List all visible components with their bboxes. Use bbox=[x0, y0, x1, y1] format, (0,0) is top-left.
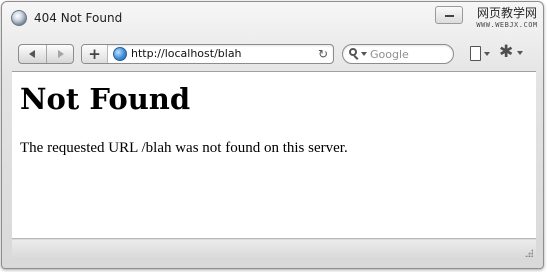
resize-grip-icon[interactable] bbox=[525, 249, 533, 257]
search-input[interactable] bbox=[370, 46, 450, 62]
watermark-url: WWW.WEBJX.COM bbox=[476, 21, 538, 29]
nav-buttons bbox=[18, 44, 74, 64]
forward-button[interactable] bbox=[46, 45, 73, 63]
browser-window: 404 Not Found 网页教学网 WWW.WEBJX.COM + http… bbox=[1, 1, 544, 269]
minimize-icon bbox=[445, 15, 454, 17]
page-content: Not Found The requested URL /blah was no… bbox=[12, 71, 536, 239]
watermark: 网页教学网 WWW.WEBJX.COM bbox=[469, 5, 543, 33]
settings-icon[interactable]: ✱ bbox=[499, 43, 525, 63]
error-message: The requested URL /blah was not found on… bbox=[20, 140, 348, 156]
add-bookmark-button[interactable]: + bbox=[82, 45, 108, 63]
page-menu-icon[interactable] bbox=[468, 46, 492, 64]
toolbar: + http://localhost/blah ↻ ✱ bbox=[2, 38, 543, 70]
status-bar bbox=[12, 240, 536, 260]
page-heading: Not Found bbox=[20, 82, 191, 116]
back-arrow-icon bbox=[29, 50, 35, 58]
minimize-button[interactable] bbox=[435, 6, 463, 24]
globe-icon bbox=[113, 47, 127, 61]
title-bar: 404 Not Found 网页教学网 WWW.WEBJX.COM bbox=[2, 2, 543, 34]
window-title: 404 Not Found bbox=[34, 11, 123, 25]
watermark-text: 网页教学网 bbox=[476, 6, 537, 20]
back-button[interactable] bbox=[19, 45, 46, 63]
reload-icon[interactable]: ↻ bbox=[318, 47, 328, 61]
forward-arrow-icon bbox=[58, 50, 64, 58]
search-engine-dropdown-icon[interactable] bbox=[361, 52, 367, 56]
url-text[interactable]: http://localhost/blah bbox=[131, 47, 242, 61]
search-box[interactable] bbox=[342, 44, 454, 64]
address-bar[interactable]: + http://localhost/blah ↻ bbox=[81, 44, 334, 64]
browser-app-icon bbox=[11, 10, 27, 26]
